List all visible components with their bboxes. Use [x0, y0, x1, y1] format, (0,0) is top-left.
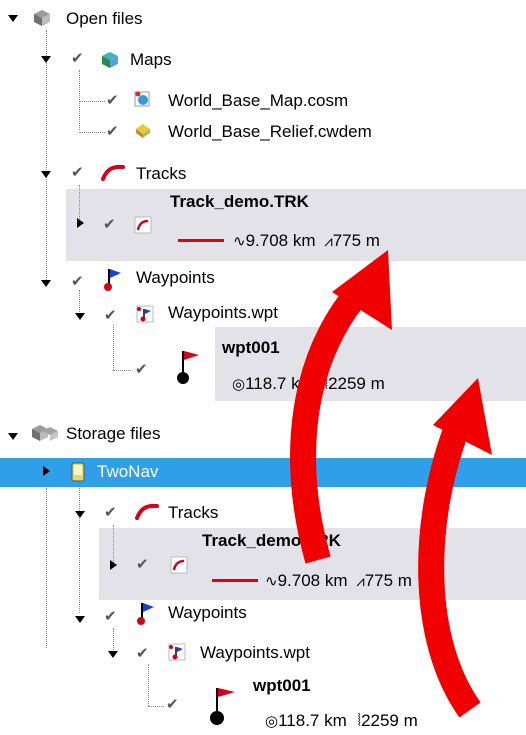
device-label: TwoNav — [97, 462, 159, 481]
track-distance: 9.708 km — [277, 571, 348, 590]
waypoint-marker-icon — [177, 351, 199, 384]
waypoints-file-icon — [136, 305, 154, 323]
checkbox[interactable]: ✔ — [136, 646, 151, 661]
waypoint-altitude: 2259 m — [328, 374, 385, 393]
track-name: Track_demo.TRK — [202, 531, 341, 550]
track-icon — [135, 503, 159, 520]
waypoint-stats: ◎118.7 km ⦚2259 m — [265, 711, 418, 732]
waypoints-label: Waypoints — [168, 603, 247, 622]
expand-toggle-icon[interactable] — [43, 466, 50, 476]
elevation-icon: ⩘ — [356, 573, 365, 590]
waypoint-name: wpt001 — [222, 338, 280, 357]
distance-icon: ∿ — [265, 573, 278, 590]
waypoint-flag-icon — [137, 603, 154, 625]
tracks-label: Tracks — [136, 164, 187, 183]
track-file-icon — [134, 216, 152, 234]
expand-toggle-icon[interactable] — [8, 433, 18, 440]
checkbox[interactable]: ✔ — [71, 274, 86, 289]
checkbox[interactable]: ✔ — [71, 51, 86, 66]
waypoint-altitude: 2259 m — [361, 711, 418, 730]
checkbox[interactable]: ✔ — [136, 557, 151, 572]
maps-label: Maps — [130, 50, 172, 69]
track-elevation: 775 m — [332, 231, 380, 250]
waypoint-flag-icon — [104, 269, 121, 291]
expand-toggle-icon[interactable] — [108, 651, 118, 658]
expand-toggle-icon[interactable] — [41, 171, 51, 178]
checkbox[interactable]: ✔ — [106, 124, 121, 139]
expand-toggle-icon[interactable] — [75, 313, 85, 320]
proximity-icon: ◎ — [265, 713, 279, 730]
track-stats: ∿9.708 km ⩘775 m — [265, 571, 412, 592]
map-item-label: World_Base_Relief.cwdem — [168, 122, 372, 141]
expand-toggle-icon[interactable] — [77, 218, 84, 228]
tracks-label: Tracks — [168, 503, 219, 522]
checkbox[interactable]: ✔ — [106, 93, 121, 108]
expand-toggle-icon[interactable] — [75, 616, 85, 623]
checkbox[interactable]: ✔ — [104, 308, 119, 323]
storage-files-box-icon — [32, 425, 58, 441]
expand-toggle-icon[interactable] — [8, 15, 18, 22]
expand-toggle-icon[interactable] — [110, 560, 117, 570]
checkbox[interactable]: ✔ — [71, 165, 86, 180]
elevation-icon: ⩘ — [324, 233, 333, 250]
waypoint-stats: ◎118.7 km ⦚2259 m — [232, 374, 385, 395]
waypoint-name: wpt001 — [253, 676, 311, 695]
waypoints-file-label: Waypoints.wpt — [200, 643, 310, 662]
checkbox[interactable]: ✔ — [103, 217, 118, 232]
track-file-icon — [170, 556, 188, 574]
expand-toggle-icon[interactable] — [41, 56, 51, 63]
maps-icon — [102, 52, 118, 68]
distance-icon: ∿ — [233, 233, 246, 250]
track-name: Track_demo.TRK — [170, 192, 309, 211]
relief-file-icon — [136, 124, 150, 138]
checkbox[interactable]: ✔ — [104, 505, 119, 520]
track-distance: 9.708 km — [245, 231, 316, 250]
track-stats: ∿9.708 km ⩘775 m — [233, 231, 380, 252]
expand-toggle-icon[interactable] — [41, 280, 51, 287]
map-item-label: World_Base_Map.cosm — [168, 91, 349, 110]
proximity-icon: ◎ — [232, 376, 246, 393]
waypoints-file-icon — [168, 643, 186, 661]
waypoint-marker-icon — [210, 688, 235, 725]
storage-files-label: Storage files — [66, 424, 161, 443]
waypoint-distance: 118.7 km — [278, 711, 347, 730]
track-color-line — [178, 239, 224, 242]
track-elevation: 775 m — [364, 571, 412, 590]
sync-arrow-left-head — [332, 250, 392, 330]
waypoints-file-label: Waypoints.wpt — [168, 303, 278, 322]
waypoint-distance: 118.7 km — [245, 374, 314, 393]
track-icon — [101, 164, 125, 181]
checkbox[interactable]: ✔ — [135, 362, 150, 377]
expand-toggle-icon[interactable] — [75, 511, 85, 518]
checkbox[interactable]: ✔ — [166, 697, 181, 712]
checkbox[interactable]: ✔ — [104, 609, 119, 624]
map-file-icon — [134, 91, 150, 107]
open-files-label: Open files — [66, 9, 143, 28]
open-files-box-icon — [34, 10, 50, 26]
track-color-line — [212, 579, 258, 582]
gps-device-icon — [71, 462, 85, 482]
waypoints-label: Waypoints — [136, 268, 215, 287]
